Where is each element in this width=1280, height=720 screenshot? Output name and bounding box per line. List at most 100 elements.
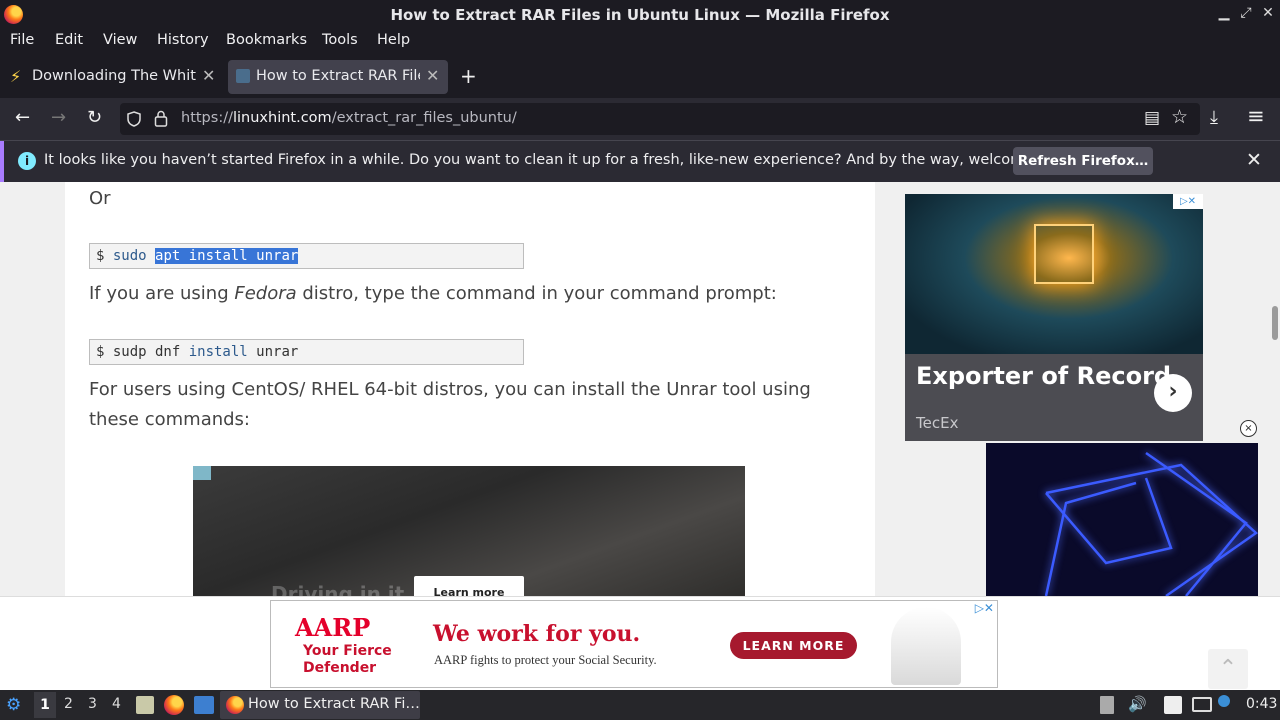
- ad-choices-icon[interactable]: [193, 466, 211, 480]
- scrollbar-thumb[interactable]: [1272, 306, 1278, 340]
- refresh-firefox-button[interactable]: Refresh Firefox…: [1013, 147, 1153, 175]
- menu-help[interactable]: Help: [377, 32, 410, 48]
- menu-file[interactable]: File: [10, 32, 34, 48]
- aarp-subtext: AARP fights to protect your Social Secur…: [434, 653, 657, 667]
- aarp-tagline: Your Fierce Defender: [303, 643, 392, 677]
- page-scrollbar[interactable]: [1270, 182, 1280, 596]
- update-notification-icon[interactable]: [1218, 695, 1230, 707]
- ad-choices-icon[interactable]: ▷✕: [971, 601, 997, 615]
- firefox-launcher-icon[interactable]: [164, 695, 184, 715]
- circuit-board-image: [905, 194, 1203, 354]
- workspace-1[interactable]: 1: [34, 692, 56, 718]
- neon-lines-ad[interactable]: [986, 443, 1258, 596]
- tab-label: Downloading The White H: [32, 68, 196, 84]
- volume-icon[interactable]: 🔊: [1128, 695, 1147, 713]
- reload-button[interactable]: ↻: [87, 107, 102, 128]
- restore-button[interactable]: ⤢: [1237, 5, 1255, 21]
- tab-label: How to Extract RAR Files: [256, 68, 420, 84]
- fedora-text-pre: If you are using: [89, 283, 235, 304]
- ad-headline: Exporter of Record: [916, 362, 1172, 390]
- aarp-logo: AARP: [295, 613, 371, 642]
- aarp-tagline-line1: Your Fierce: [303, 643, 392, 659]
- notification-accent: [0, 141, 4, 183]
- sidebar-ad[interactable]: ▷✕ Exporter of Record TecEx ›: [905, 194, 1203, 441]
- scroll-to-top-button[interactable]: ⌃: [1208, 649, 1248, 689]
- url-bar[interactable]: https://linuxhint.com/extract_rar_files_…: [120, 103, 1200, 135]
- lock-icon[interactable]: [154, 110, 168, 127]
- tab-bar: ⚡ Downloading The White H ✕ How to Extra…: [0, 56, 1280, 98]
- code-prompt: $: [96, 248, 113, 264]
- url-path: /extract_rar_files_ubuntu/: [331, 110, 517, 126]
- code-block-apt[interactable]: $ sudo apt install unrar: [89, 243, 524, 269]
- shield-icon[interactable]: [127, 111, 141, 127]
- reader-view-icon[interactable]: ▤: [1144, 108, 1160, 128]
- menu-tools[interactable]: Tools: [322, 32, 358, 48]
- menu-bookmarks[interactable]: Bookmarks: [226, 32, 307, 48]
- centos-paragraph-line2: these commands:: [89, 409, 250, 430]
- back-button[interactable]: ←: [15, 107, 30, 128]
- info-icon: i: [18, 152, 36, 170]
- forward-button[interactable]: →: [51, 107, 66, 128]
- clock: 0:43: [1246, 696, 1278, 712]
- window-title-bar: How to Extract RAR Files in Ubuntu Linux…: [0, 0, 1280, 30]
- video-ad[interactable]: Driving in it Learn more: [193, 466, 745, 596]
- chevron-right-icon[interactable]: ›: [1154, 374, 1192, 412]
- taskbar-firefox-window[interactable]: How to Extract RAR Fi…: [220, 691, 420, 719]
- code-block-dnf[interactable]: $ sudp dnf install unrar: [89, 339, 524, 365]
- workspace-3[interactable]: 3: [88, 696, 97, 712]
- task-label: How to Extract RAR Fi…: [248, 696, 420, 712]
- bookmark-star-icon[interactable]: ☆: [1171, 106, 1188, 128]
- capitol-dome-image: [891, 607, 961, 685]
- close-ad-icon[interactable]: ×: [1240, 420, 1257, 437]
- code-selected-text: apt install unrar: [155, 248, 299, 264]
- window-title: How to Extract RAR Files in Ubuntu Linux…: [390, 6, 890, 24]
- bottom-ad-strip: AARP Your Fierce Defender We work for you…: [0, 596, 1280, 690]
- tab-extract-rar[interactable]: How to Extract RAR Files ✕: [228, 60, 448, 94]
- hamburger-menu-icon[interactable]: ≡: [1247, 104, 1265, 128]
- fedora-text-post: distro, type the command in your command…: [296, 283, 777, 304]
- video-caption: Driving in it: [271, 582, 405, 596]
- code-prompt: $: [96, 344, 113, 360]
- downloads-icon[interactable]: ⤓: [1210, 107, 1218, 128]
- new-tab-button[interactable]: +: [460, 64, 477, 88]
- notification-message: It looks like you haven’t started Firefo…: [44, 152, 1079, 168]
- tab-downloading[interactable]: ⚡ Downloading The White H ✕: [4, 60, 222, 94]
- menu-edit[interactable]: Edit: [55, 32, 83, 48]
- workspace-2[interactable]: 2: [64, 696, 73, 712]
- menu-bar: File Edit View History Bookmarks Tools H…: [0, 30, 1280, 54]
- display-icon[interactable]: [1192, 697, 1212, 712]
- close-tab-icon[interactable]: ✕: [202, 66, 215, 85]
- close-tab-icon[interactable]: ✕: [426, 66, 439, 85]
- close-window-button[interactable]: ✕: [1259, 5, 1277, 21]
- fedora-emphasis: Fedora: [234, 283, 297, 304]
- lightning-icon: ⚡: [10, 67, 22, 86]
- minimize-button[interactable]: ▁: [1215, 5, 1233, 21]
- code-sudo: sudo: [112, 248, 156, 264]
- linuxhint-favicon: [236, 69, 250, 83]
- ad-brand: TecEx: [916, 414, 959, 432]
- menu-history[interactable]: History: [157, 32, 209, 48]
- system-taskbar: ⚙ 1 2 3 4 How to Extract RAR Fi… 🔊 0:43: [0, 690, 1280, 720]
- start-menu-icon[interactable]: ⚙: [6, 695, 21, 715]
- refresh-notification-bar: i It looks like you haven’t started Fire…: [0, 140, 1280, 183]
- fedora-paragraph: If you are using Fedora distro, type the…: [89, 283, 777, 304]
- learn-more-button[interactable]: Learn more: [414, 576, 524, 596]
- file-manager-icon[interactable]: [136, 696, 154, 714]
- or-text: Or: [89, 188, 111, 209]
- code-text: unrar: [247, 344, 299, 360]
- aarp-banner-ad[interactable]: AARP Your Fierce Defender We work for you…: [270, 600, 998, 688]
- workspace-4[interactable]: 4: [112, 696, 121, 712]
- clipboard-icon[interactable]: [1100, 696, 1114, 714]
- url-scheme: https://: [181, 110, 233, 126]
- notes-icon[interactable]: [1164, 696, 1182, 714]
- close-notification-icon[interactable]: ✕: [1246, 149, 1262, 171]
- ad-choices-icon[interactable]: ▷✕: [1173, 194, 1203, 209]
- code-text: sudp dnf: [112, 344, 189, 360]
- url-domain: linuxhint.com: [232, 110, 332, 126]
- learn-more-button[interactable]: LEARN MORE: [730, 632, 857, 659]
- menu-view[interactable]: View: [103, 32, 137, 48]
- url-text[interactable]: https://linuxhint.com/extract_rar_files_…: [181, 110, 517, 126]
- terminal-icon[interactable]: [194, 696, 214, 714]
- firefox-icon: [226, 696, 244, 714]
- article-body: Or $ sudo apt install unrar If you are u…: [65, 182, 875, 596]
